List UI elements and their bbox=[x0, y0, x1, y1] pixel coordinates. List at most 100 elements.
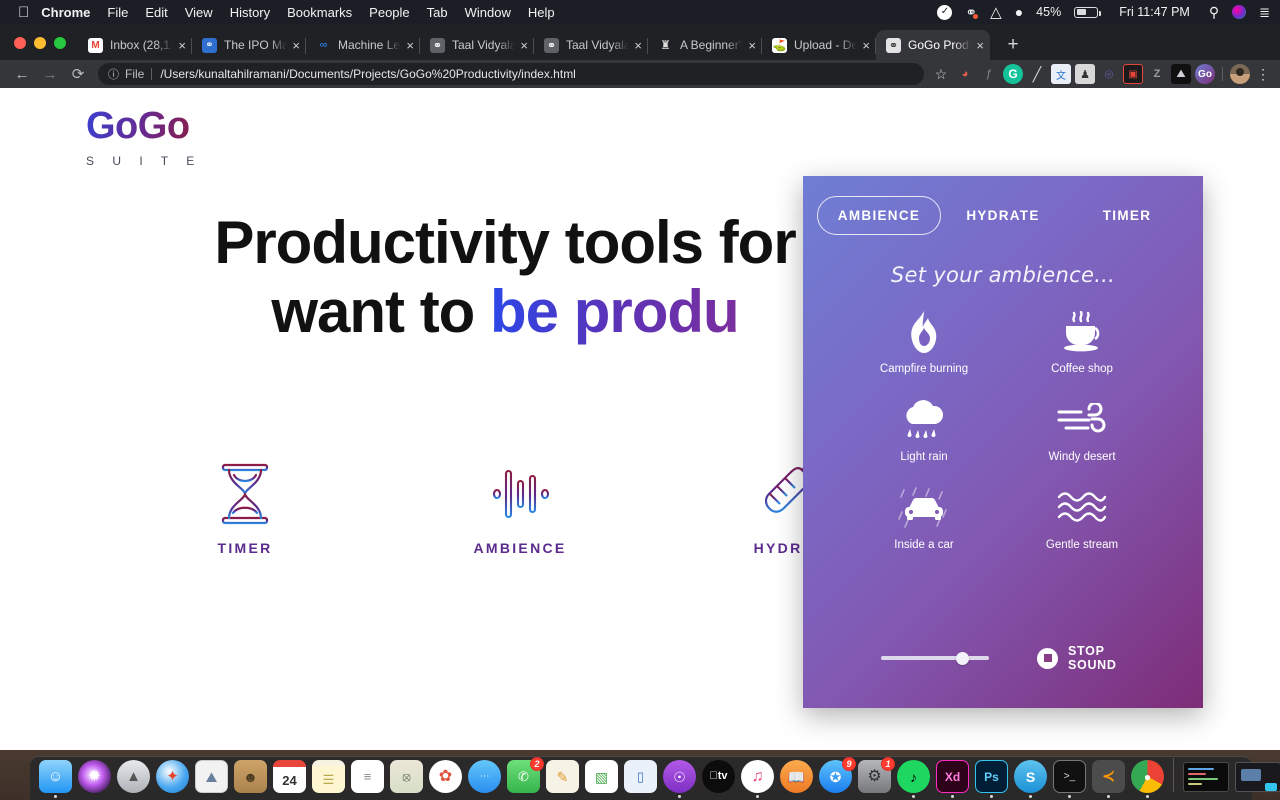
popup-tab-ambience[interactable]: AMBIENCE bbox=[817, 196, 941, 235]
dock-item-photoshop[interactable]: Ps bbox=[974, 759, 1009, 794]
dock-item-calendar[interactable]: 24 bbox=[272, 759, 307, 794]
menu-bookmarks[interactable]: Bookmarks bbox=[287, 5, 352, 20]
honey-extension-icon[interactable]: ◕ bbox=[955, 64, 975, 84]
menu-view[interactable]: View bbox=[185, 5, 213, 20]
tab-close-button[interactable]: × bbox=[976, 38, 984, 53]
tab-taal-vidyalaya-1[interactable]: ⚭ Taal Vidyalaya | × bbox=[420, 30, 534, 60]
tab-machine-learning[interactable]: ∞ Machine Learning × bbox=[306, 30, 420, 60]
dock-item-contacts[interactable]: ☻ bbox=[233, 759, 268, 794]
mathjax-extension-icon[interactable]: ƒ bbox=[979, 64, 999, 84]
back-button[interactable]: ← bbox=[8, 66, 36, 83]
todo-check-icon[interactable]: ✓ bbox=[937, 5, 952, 20]
minimized-terminal-window[interactable] bbox=[1183, 762, 1229, 792]
menu-file[interactable]: File bbox=[107, 5, 128, 20]
zoom-window-button[interactable] bbox=[54, 37, 66, 49]
site-logo[interactable]: GoGo S U I T E bbox=[86, 107, 202, 168]
dock-item-finder[interactable]: ☺ bbox=[38, 759, 73, 794]
tab-close-button[interactable]: × bbox=[862, 38, 870, 53]
close-window-button[interactable] bbox=[14, 37, 26, 49]
dock-item-skype[interactable]: S bbox=[1013, 759, 1048, 794]
ambience-option-inside-car[interactable]: Inside a car bbox=[845, 485, 1003, 551]
bandwidth-icon[interactable]: ⚭ bbox=[965, 5, 977, 19]
dock-item-safari[interactable]: ✦ bbox=[155, 759, 190, 794]
dock-item-books[interactable]: 📖 bbox=[779, 759, 814, 794]
dock-item-maps[interactable]: ⦻ bbox=[389, 759, 424, 794]
siri-icon[interactable] bbox=[1232, 5, 1246, 19]
dock-item-keynote[interactable]: ▯ bbox=[623, 759, 658, 794]
forward-button[interactable]: → bbox=[36, 66, 64, 83]
menu-history[interactable]: History bbox=[230, 5, 270, 20]
notification-center-icon[interactable]: ≣ bbox=[1259, 6, 1270, 19]
dock-item-music[interactable]: ♫ bbox=[740, 759, 775, 794]
apple-icon[interactable]:  bbox=[18, 5, 29, 20]
zotero-extension-icon[interactable]: Z bbox=[1147, 64, 1167, 84]
dock-item-app-store[interactable]: ✪ 9 bbox=[818, 759, 853, 794]
globe-extension-icon[interactable]: ⌾ bbox=[1099, 64, 1119, 84]
dock-item-spotify[interactable]: ♪ bbox=[896, 759, 931, 794]
image-extension-icon[interactable]: ⛰ bbox=[1171, 64, 1191, 84]
minimize-window-button[interactable] bbox=[34, 37, 46, 49]
chrome-menu-icon[interactable]: ⋮ bbox=[1254, 66, 1272, 83]
momentum-extension-icon[interactable]: ♟ bbox=[1075, 64, 1095, 84]
dock-item-messages[interactable]: ⋯ bbox=[467, 759, 502, 794]
screen-recorder-icon[interactable]: ▣ bbox=[1123, 64, 1143, 84]
highlighter-extension-icon[interactable]: ╱ bbox=[1027, 64, 1047, 84]
menu-help[interactable]: Help bbox=[528, 5, 555, 20]
dock-item-apple-tv[interactable]: tv bbox=[701, 759, 736, 794]
popup-tab-timer[interactable]: TIMER bbox=[1065, 196, 1189, 235]
tab-close-button[interactable]: × bbox=[520, 38, 528, 53]
ambience-option-campfire[interactable]: Campfire burning bbox=[845, 309, 1003, 375]
search-icon[interactable]: ⚲ bbox=[1209, 5, 1219, 19]
tab-close-button[interactable]: × bbox=[178, 38, 186, 53]
reload-button[interactable]: ⟳ bbox=[64, 65, 92, 83]
tab-close-button[interactable]: × bbox=[406, 38, 414, 53]
popup-tab-hydrate[interactable]: HYDRATE bbox=[941, 196, 1065, 235]
tab-close-button[interactable]: × bbox=[634, 38, 642, 53]
tab-gogo-productivity[interactable]: ⚭ GoGo Productivit × bbox=[876, 30, 990, 60]
grammarly-extension-icon[interactable]: G bbox=[1003, 64, 1023, 84]
tab-close-button[interactable]: × bbox=[748, 38, 756, 53]
dock-item-photos[interactable]: ✿ bbox=[428, 759, 463, 794]
avatar[interactable] bbox=[1230, 64, 1250, 84]
tab-taal-vidyalaya-2[interactable]: ⚭ Taal Vidyalaya | × bbox=[534, 30, 648, 60]
tab-close-button[interactable]: × bbox=[292, 38, 300, 53]
dock-item-siri[interactable]: ✹ bbox=[77, 759, 112, 794]
ambience-option-gentle-stream[interactable]: Gentle stream bbox=[1003, 485, 1161, 551]
dock-item-sublime-text[interactable]: ≺ bbox=[1091, 759, 1126, 794]
menu-people[interactable]: People bbox=[369, 5, 409, 20]
minimized-photoshop-window[interactable] bbox=[1235, 762, 1280, 792]
ambience-option-windy-desert[interactable]: Windy desert bbox=[1003, 397, 1161, 463]
tab-upload-developer[interactable]: ⛳ Upload - Develop × bbox=[762, 30, 876, 60]
menubar-clock[interactable]: Fri 11:47 PM bbox=[1119, 5, 1190, 19]
dock-item-terminal[interactable]: >_ bbox=[1052, 759, 1087, 794]
wifi-icon[interactable]: ● bbox=[1015, 5, 1023, 19]
feature-timer[interactable]: TIMER bbox=[160, 458, 330, 556]
dock-item-chrome[interactable]: ● bbox=[1130, 759, 1165, 794]
dropbox-icon[interactable]: △ bbox=[990, 5, 1002, 20]
dock-item-podcasts[interactable]: ☉ bbox=[662, 759, 697, 794]
tab-beginners-guide[interactable]: ♜ A Beginner's Gui × bbox=[648, 30, 762, 60]
dock-item-reminders[interactable]: ≡ bbox=[350, 759, 385, 794]
dock-item-facetime[interactable]: ✆ 2 bbox=[506, 759, 541, 794]
menu-tab[interactable]: Tab bbox=[427, 5, 448, 20]
tab-ipo-markets[interactable]: ⚭ The IPO Markets × bbox=[192, 30, 306, 60]
dock-item-notes[interactable]: ☰ bbox=[311, 759, 346, 794]
volume-slider-knob[interactable] bbox=[956, 652, 969, 665]
stop-sound-button[interactable]: STOP SOUND bbox=[1037, 644, 1127, 672]
bookmark-star-icon[interactable]: ☆ bbox=[931, 64, 951, 84]
feature-ambience[interactable]: AMBIENCE bbox=[435, 458, 605, 556]
menu-window[interactable]: Window bbox=[465, 5, 511, 20]
gogo-extension-icon[interactable]: Go bbox=[1195, 64, 1215, 84]
battery-icon[interactable] bbox=[1074, 7, 1098, 18]
volume-slider[interactable] bbox=[881, 651, 989, 665]
menu-edit[interactable]: Edit bbox=[145, 5, 167, 20]
google-translate-icon[interactable]: 文 bbox=[1051, 64, 1071, 84]
new-tab-button[interactable]: + bbox=[1000, 35, 1026, 54]
dock-item-system-preferences[interactable]: ⚙ 1 bbox=[857, 759, 892, 794]
dock-item-launchpad[interactable]: ▲ bbox=[116, 759, 151, 794]
menu-chrome[interactable]: Chrome bbox=[41, 5, 90, 20]
address-bar[interactable]: ⓘ File /Users/kunaltahilramani/Documents… bbox=[98, 63, 924, 85]
dock-item-adobe-xd[interactable]: Xd bbox=[935, 759, 970, 794]
ambience-option-light-rain[interactable]: Light rain bbox=[845, 397, 1003, 463]
tab-inbox[interactable]: M Inbox (28,125) - × bbox=[78, 30, 192, 60]
